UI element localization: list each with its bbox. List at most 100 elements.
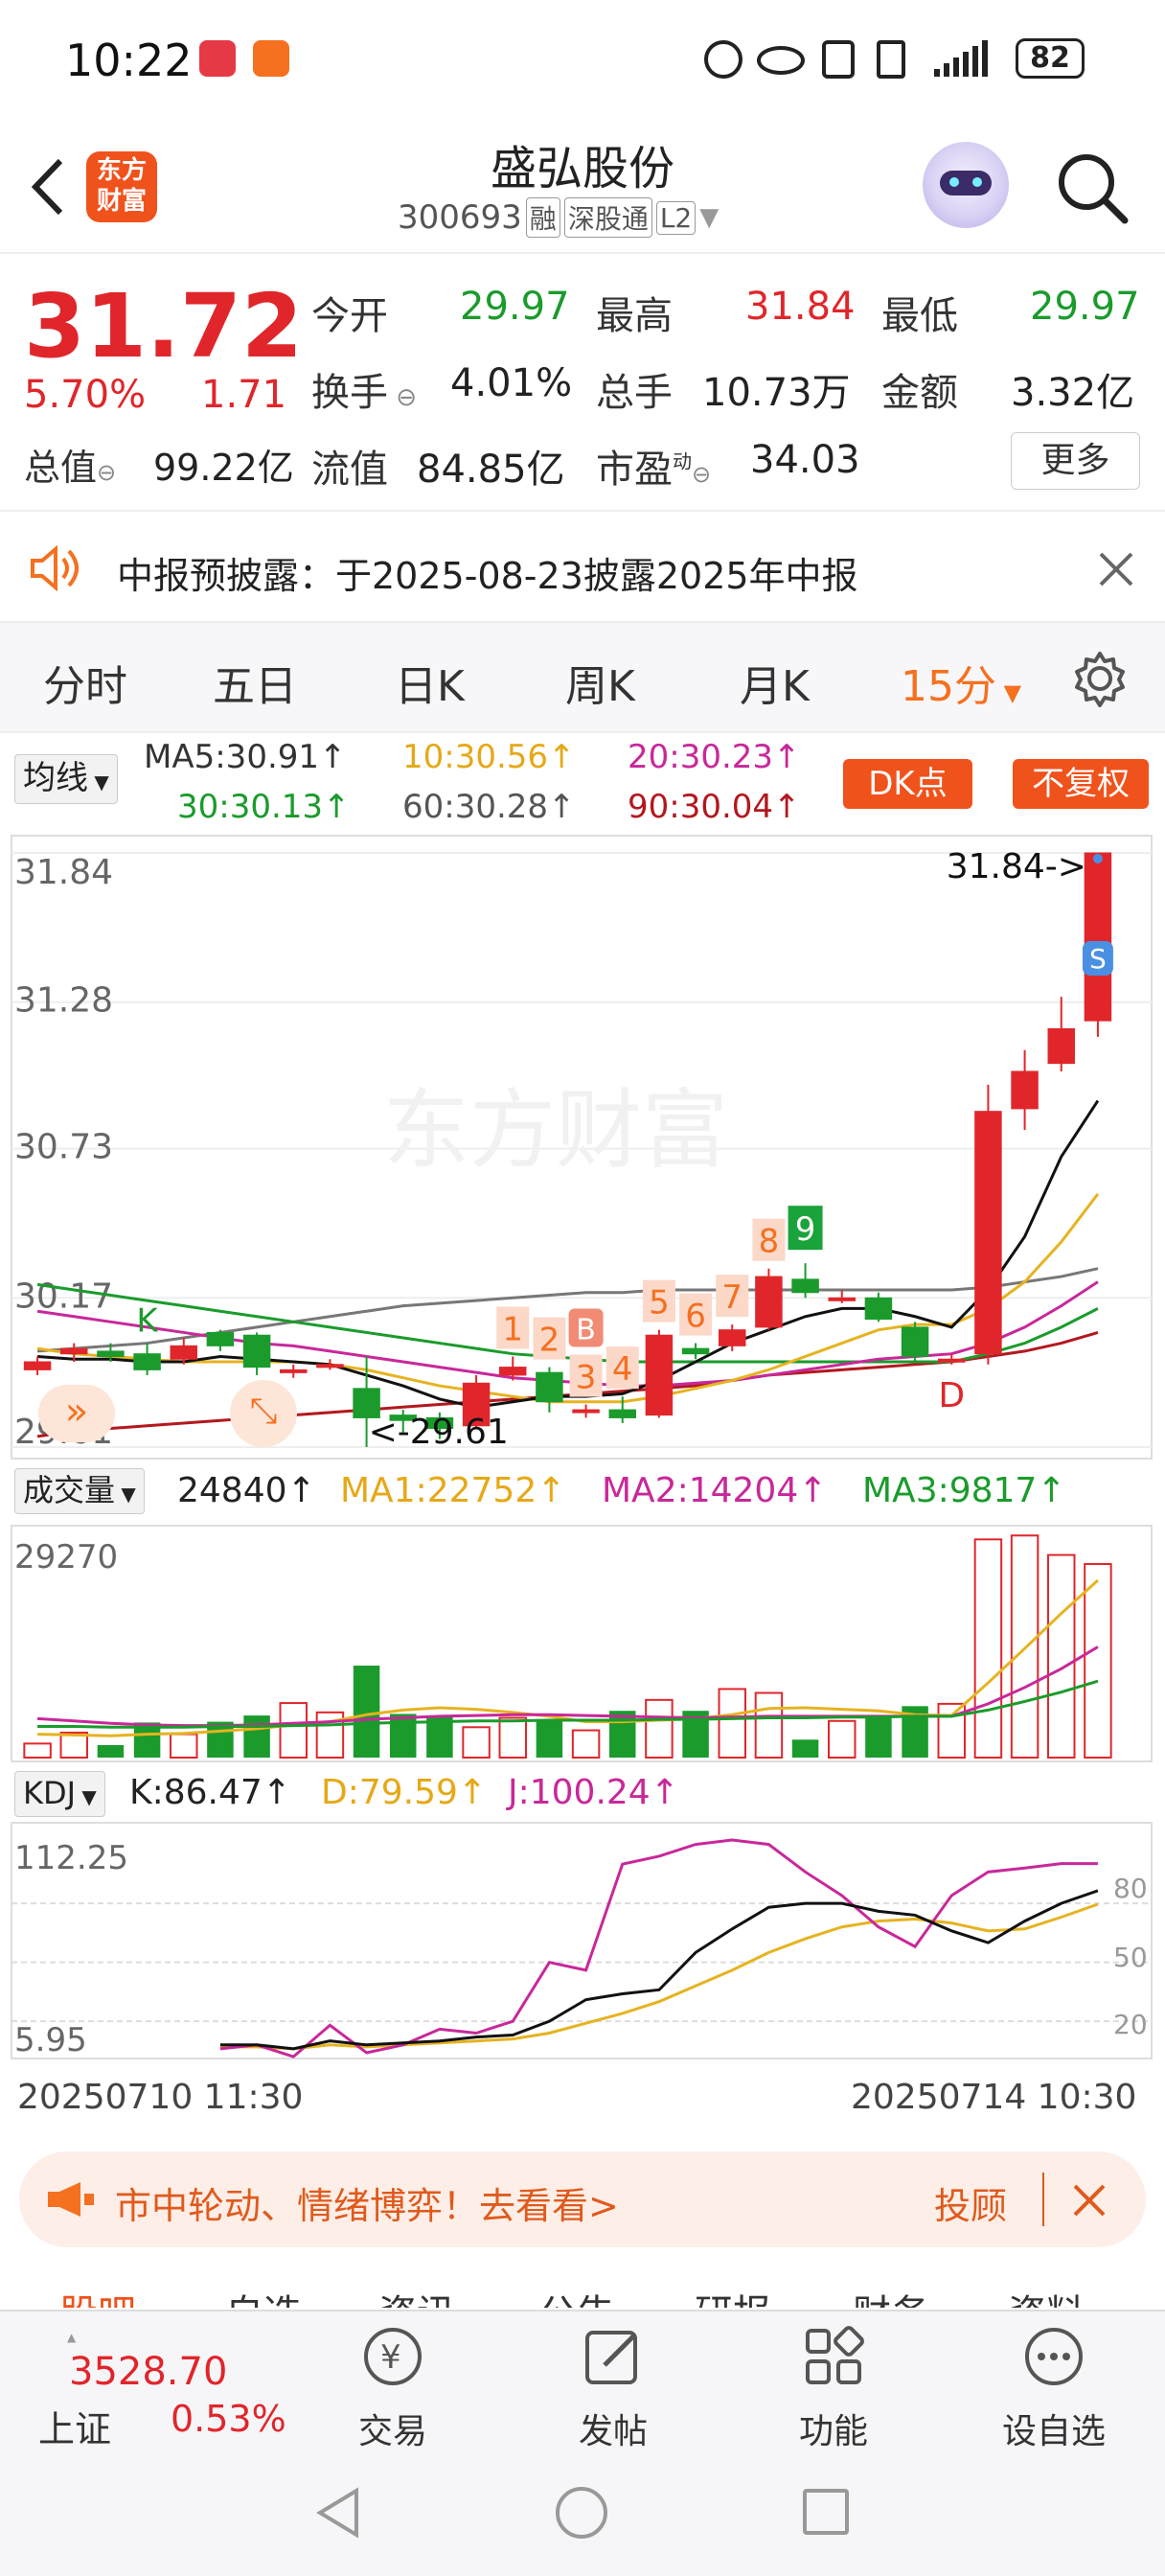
candle-body: [1084, 852, 1112, 1022]
add-watchlist-button[interactable]: 设自选: [977, 2323, 1131, 2453]
tab-intraday[interactable]: 分时: [43, 652, 127, 713]
nav-recents-icon[interactable]: [803, 2489, 849, 2535]
content-tab-guba[interactable]: 股吧: [59, 2283, 136, 2308]
content-tab-watch[interactable]: 自选: [225, 2283, 302, 2308]
kdj-level-80: 80: [1113, 1873, 1148, 1904]
status-time: 10:22: [65, 34, 193, 86]
kdj-chart[interactable]: 112.25 5.95 80 50 20: [0, 1821, 1165, 2060]
tab-daily-k[interactable]: 日K: [395, 652, 465, 713]
megaphone-icon: [46, 2180, 98, 2219]
signal-count: 8: [759, 1223, 780, 1261]
post-button[interactable]: 发帖: [537, 2323, 690, 2453]
change-amount: 1.71: [201, 373, 287, 417]
kdj-top-label: 112.25: [14, 1839, 128, 1877]
content-tab-research[interactable]: 研报: [695, 2283, 771, 2308]
turnover-value: 4.01%: [450, 361, 573, 405]
candle-body: [536, 1371, 563, 1403]
promo-close-icon[interactable]: [1071, 2182, 1108, 2219]
nav-home-icon[interactable]: [556, 2487, 607, 2539]
close-icon[interactable]: [1097, 550, 1135, 588]
promo-divider: [1042, 2173, 1044, 2226]
functions-button[interactable]: 功能: [757, 2323, 910, 2453]
volume-selector[interactable]: 成交量 ▼: [14, 1468, 145, 1514]
high-price-marker: 31.84->: [947, 847, 1086, 886]
signal-nine: 9: [795, 1210, 816, 1249]
fullscreen-icon[interactable]: ⤡: [230, 1380, 297, 1447]
signal-k: K: [136, 1302, 159, 1341]
bottom-action-bar: ▲ 3528.70 上证 0.53% ¥ 交易 发帖 功能 设自选: [0, 2310, 1165, 2451]
expand-left-icon[interactable]: »: [38, 1385, 115, 1442]
search-icon[interactable]: [1054, 150, 1131, 226]
sell-signal: S: [1089, 943, 1107, 975]
candle-body: [864, 1297, 893, 1321]
index-widget[interactable]: ▲ 3528.70 上证 0.53%: [29, 2331, 286, 2450]
volume-bar: [97, 1744, 125, 1758]
float-cap-value: 84.85亿: [417, 448, 565, 492]
tab-15min[interactable]: 15分 ▼: [901, 652, 1021, 713]
kdj-bottom-label: 5.95: [14, 2021, 87, 2059]
candle-body: [1047, 1027, 1075, 1065]
robot-assistant-icon[interactable]: [923, 142, 1009, 228]
content-tab-finance[interactable]: 财务: [853, 2283, 929, 2308]
candle-body: [755, 1276, 783, 1328]
candle-body: [23, 1361, 52, 1370]
signal-count: 3: [576, 1359, 597, 1397]
candle-body: [60, 1347, 88, 1355]
candle-body: [791, 1278, 819, 1294]
content-tab-notice[interactable]: 公告: [538, 2283, 615, 2308]
nav-back-icon[interactable]: [314, 2487, 362, 2539]
settings-gear-icon[interactable]: [1071, 650, 1129, 707]
tab-monthly-k[interactable]: 月K: [740, 652, 810, 713]
kdj-d-line: [219, 1902, 1099, 2051]
signal-count: 7: [721, 1278, 742, 1317]
candle-body: [572, 1409, 600, 1414]
volume-bar: [828, 1719, 857, 1760]
index-percent: 0.53%: [171, 2398, 286, 2440]
kdj-d-label: D:79.59↑: [321, 1773, 488, 1812]
volume-value: 10.73万: [702, 371, 851, 415]
promo-banner[interactable]: 市中轮动、情绪博弈！去看看> 投顾: [19, 2151, 1146, 2247]
quote-panel: 31.72 5.70% 1.71 今开 29.97 最高 31.84 最低 29…: [0, 256, 1165, 510]
edit-icon: [585, 2331, 637, 2384]
ma10-label: 10:30.56↑: [402, 738, 576, 776]
content-tab-news[interactable]: 资讯: [378, 2283, 455, 2308]
status-bar: 10:22 82: [0, 0, 1165, 115]
no-adjust-button[interactable]: 不复权: [1013, 759, 1149, 809]
indicator-selector[interactable]: 均线 ▼: [14, 754, 118, 804]
dk-point-button[interactable]: DK点: [843, 759, 972, 809]
notice-text: 中报预披露：于2025-08-23披露2025年中报: [117, 555, 858, 597]
high-label: 最高: [596, 294, 673, 338]
notice-bar[interactable]: 中报预披露：于2025-08-23披露2025年中报: [0, 510, 1165, 623]
volume-chart[interactable]: 29270: [0, 1524, 1165, 1763]
tab-weekly-k[interactable]: 周K: [565, 652, 635, 713]
content-tab-profile[interactable]: 资料: [1008, 2283, 1085, 2308]
data-icon: [704, 40, 742, 79]
x-axis-end: 20250714 10:30: [851, 2078, 1137, 2117]
current-price: 31.72: [24, 275, 304, 378]
trade-button[interactable]: ¥ 交易: [316, 2323, 469, 2453]
kline-chart[interactable]: 31.8431.2830.7330.1729.61 东方财富 K123B4567…: [0, 834, 1165, 1461]
content-tabs: 股吧 自选 资讯 公告 研报 财务 资料: [0, 2269, 1165, 2308]
tab-five-day[interactable]: 五日: [213, 652, 297, 713]
low-label: 最低: [881, 294, 958, 338]
amount-label: 金额: [881, 371, 958, 415]
volume-bar: [353, 1666, 380, 1758]
watermark: 东方财富: [383, 1083, 728, 1179]
kdj-level-50: 50: [1113, 1942, 1148, 1973]
signal-d: D: [938, 1376, 965, 1415]
candle-body: [901, 1326, 929, 1357]
kdj-j-label: J:100.24↑: [508, 1773, 679, 1812]
more-button[interactable]: 更多: [1011, 432, 1140, 490]
signal-count: 6: [685, 1298, 706, 1336]
vol-ma2-label: MA2:14204↑: [602, 1471, 828, 1510]
open-label: 今开: [311, 294, 388, 338]
kdj-selector[interactable]: KDJ ▼: [14, 1771, 105, 1817]
grid-icon: [806, 2326, 864, 2384]
vol-ma3-label: MA3:9817↑: [862, 1471, 1066, 1510]
signal-icon: [934, 38, 1001, 77]
volume-bar: [536, 1719, 563, 1758]
volume-bar: [1047, 1553, 1076, 1759]
volume-bar: [791, 1739, 819, 1758]
high-dot: [1092, 854, 1103, 863]
dropdown-icon[interactable]: ▼: [699, 203, 719, 232]
